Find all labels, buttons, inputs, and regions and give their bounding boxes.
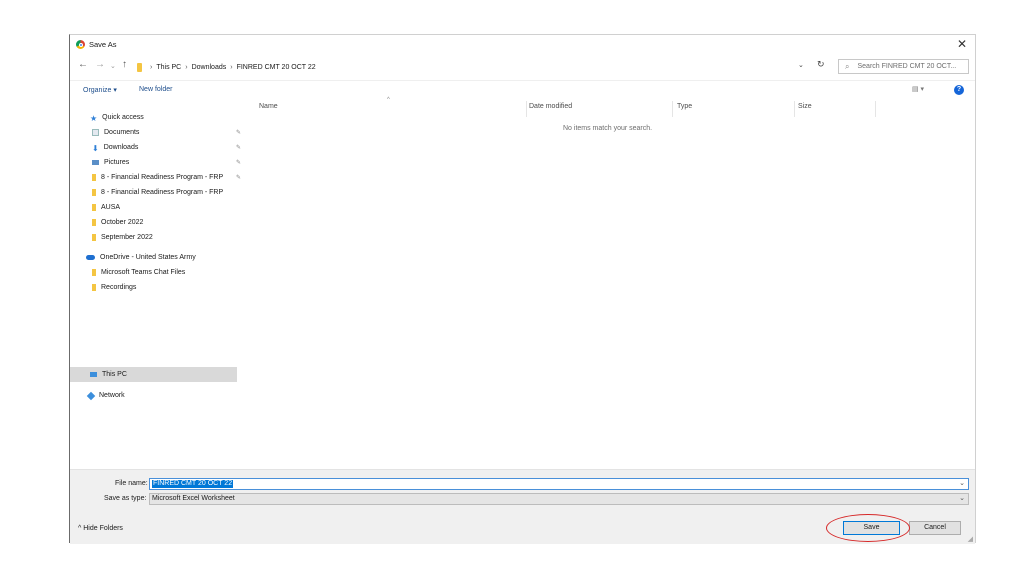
breadcrumb-this-pc[interactable]: This PC [156, 64, 181, 71]
chevron-up-icon: ^ [78, 525, 82, 532]
chevron-right-icon: › [150, 63, 153, 71]
sidebar-item-label: Downloads [103, 144, 139, 151]
hide-folders-button[interactable]: ^ Hide Folders [78, 525, 123, 532]
folder-icon [92, 269, 96, 276]
folder-icon [92, 219, 96, 226]
sidebar-item-quick-access[interactable]: ★ Quick access [90, 111, 144, 124]
column-header-type[interactable]: Type [677, 103, 692, 110]
folder-icon [137, 62, 142, 72]
save-options-panel: File name: FINRED CMT 20 OCT 22 ⌄ Save a… [70, 469, 975, 544]
sidebar-item-label: Documents [104, 129, 140, 136]
file-name-input[interactable]: FINRED CMT 20 OCT 22 ⌄ [149, 478, 969, 490]
refresh-icon[interactable]: ↻ [817, 59, 825, 70]
column-divider[interactable] [672, 101, 673, 117]
address-dropdown-icon[interactable]: ⌄ [798, 61, 804, 69]
sidebar-item-frp-pinned[interactable]: 8 - Financial Readiness Program - FRP [92, 171, 223, 184]
folder-icon [92, 174, 96, 181]
sidebar-item-label: 8 - Financial Readiness Program - FRP [101, 189, 224, 196]
sidebar-item-label: This PC [102, 371, 127, 378]
resize-grip-icon[interactable]: ◢ [968, 535, 973, 543]
chevron-down-icon[interactable]: ⌄ [959, 479, 965, 487]
sidebar-item-label: OneDrive - United States Army [100, 254, 196, 261]
sidebar-item-label: Network [99, 392, 125, 399]
hide-folders-label: Hide Folders [83, 525, 123, 532]
breadcrumb-downloads[interactable]: Downloads [192, 64, 227, 71]
organize-button[interactable]: Organize ▾ [83, 86, 117, 94]
sidebar-item-recordings[interactable]: Recordings [92, 281, 136, 294]
star-icon: ★ [90, 114, 98, 123]
chevron-right-icon: › [230, 63, 233, 71]
sidebar-item-pictures[interactable]: Pictures [92, 156, 129, 169]
sidebar-item-downloads[interactable]: ⬇ Downloads [92, 141, 138, 154]
column-divider[interactable] [526, 101, 527, 117]
sidebar-item-label: 8 - Financial Readiness Program - FRP [101, 174, 224, 181]
chrome-app-icon [76, 40, 85, 49]
column-divider[interactable] [875, 101, 876, 117]
cancel-button[interactable]: Cancel [909, 521, 961, 535]
chevron-right-icon: › [185, 63, 188, 71]
save-button[interactable]: Save [843, 521, 900, 535]
breadcrumb[interactable]: › This PC › Downloads › FINRED CMT 20 OC… [137, 60, 316, 74]
computer-icon [90, 372, 97, 377]
sidebar-item-label: September 2022 [101, 234, 153, 241]
view-options-icon[interactable]: ▤ ▾ [912, 85, 924, 93]
folder-icon [92, 189, 96, 196]
back-arrow-icon[interactable]: ← [78, 59, 88, 70]
download-arrow-icon: ⬇ [92, 144, 99, 153]
sidebar-item-label: Microsoft Teams Chat Files [101, 269, 186, 276]
file-name-value: FINRED CMT 20 OCT 22 [152, 480, 234, 488]
breadcrumb-current-folder[interactable]: FINRED CMT 20 OCT 22 [237, 64, 316, 71]
sidebar-item-network[interactable]: Network [86, 389, 125, 402]
chevron-down-icon[interactable]: ⌄ [959, 494, 965, 504]
folder-icon [92, 234, 96, 241]
pin-icon[interactable]: ✎ [236, 159, 241, 166]
navigation-bar: ← → ⌄ ↑ › This PC › Downloads › FINRED C… [70, 57, 975, 77]
pictures-icon [92, 160, 99, 165]
pin-icon[interactable]: ✎ [236, 129, 241, 136]
sidebar-item-label: October 2022 [101, 219, 144, 226]
file-name-label: File name: [115, 480, 148, 487]
search-placeholder: Search FINRED CMT 20 OCT... [857, 63, 957, 70]
empty-list-message: No items match your search. [563, 125, 653, 132]
new-folder-button[interactable]: New folder [139, 86, 172, 93]
sidebar-item-september-2022[interactable]: September 2022 [92, 231, 153, 244]
sidebar-item-documents[interactable]: Documents [92, 126, 139, 139]
save-as-type-value: Microsoft Excel Worksheet [152, 495, 235, 502]
save-as-dialog: Save As ✕ ← → ⌄ ↑ › This PC › Downloads … [69, 34, 976, 544]
column-divider[interactable] [794, 101, 795, 117]
sidebar-item-label: AUSA [101, 204, 121, 211]
sidebar-item-onedrive[interactable]: OneDrive - United States Army [86, 251, 196, 264]
recent-locations-icon[interactable]: ⌄ [110, 62, 116, 70]
close-button[interactable]: ✕ [957, 37, 967, 51]
sidebar-item-teams-chat-files[interactable]: Microsoft Teams Chat Files [92, 266, 185, 279]
folder-icon [92, 284, 96, 291]
command-toolbar: Organize ▾ New folder ▤ ▾ ? [70, 80, 975, 99]
save-as-type-label: Save as type: [104, 495, 147, 502]
sidebar-item-label: Pictures [104, 159, 130, 166]
search-icon: ⌕ [845, 61, 850, 71]
sidebar-item-october-2022[interactable]: October 2022 [92, 216, 143, 229]
title-bar: Save As ✕ [70, 35, 975, 55]
window-title: Save As [89, 40, 117, 49]
column-header-date-modified[interactable]: Date modified [529, 103, 572, 110]
search-input[interactable]: ⌕ Search FINRED CMT 20 OCT... [838, 59, 969, 74]
sort-ascending-icon: ^ [387, 97, 390, 103]
save-as-type-select[interactable]: Microsoft Excel Worksheet ⌄ [149, 493, 969, 505]
sidebar-item-label: Recordings [101, 284, 137, 291]
folder-icon [92, 204, 96, 211]
sidebar-item-label: Quick access [102, 114, 144, 121]
column-header-name[interactable]: Name [259, 103, 278, 110]
sidebar-item-frp[interactable]: 8 - Financial Readiness Program - FRP [92, 186, 223, 199]
network-icon [86, 391, 96, 400]
forward-arrow-icon[interactable]: → [95, 59, 105, 70]
sidebar-item-ausa[interactable]: AUSA [92, 201, 120, 214]
help-icon[interactable]: ? [954, 85, 964, 95]
pin-icon[interactable]: ✎ [236, 144, 241, 151]
column-header-size[interactable]: Size [798, 103, 812, 110]
documents-icon [92, 129, 99, 136]
pin-icon[interactable]: ✎ [236, 174, 241, 181]
cloud-icon [86, 255, 95, 260]
sidebar-item-this-pc[interactable]: This PC [90, 368, 127, 381]
up-arrow-icon[interactable]: ↑ [122, 59, 127, 70]
